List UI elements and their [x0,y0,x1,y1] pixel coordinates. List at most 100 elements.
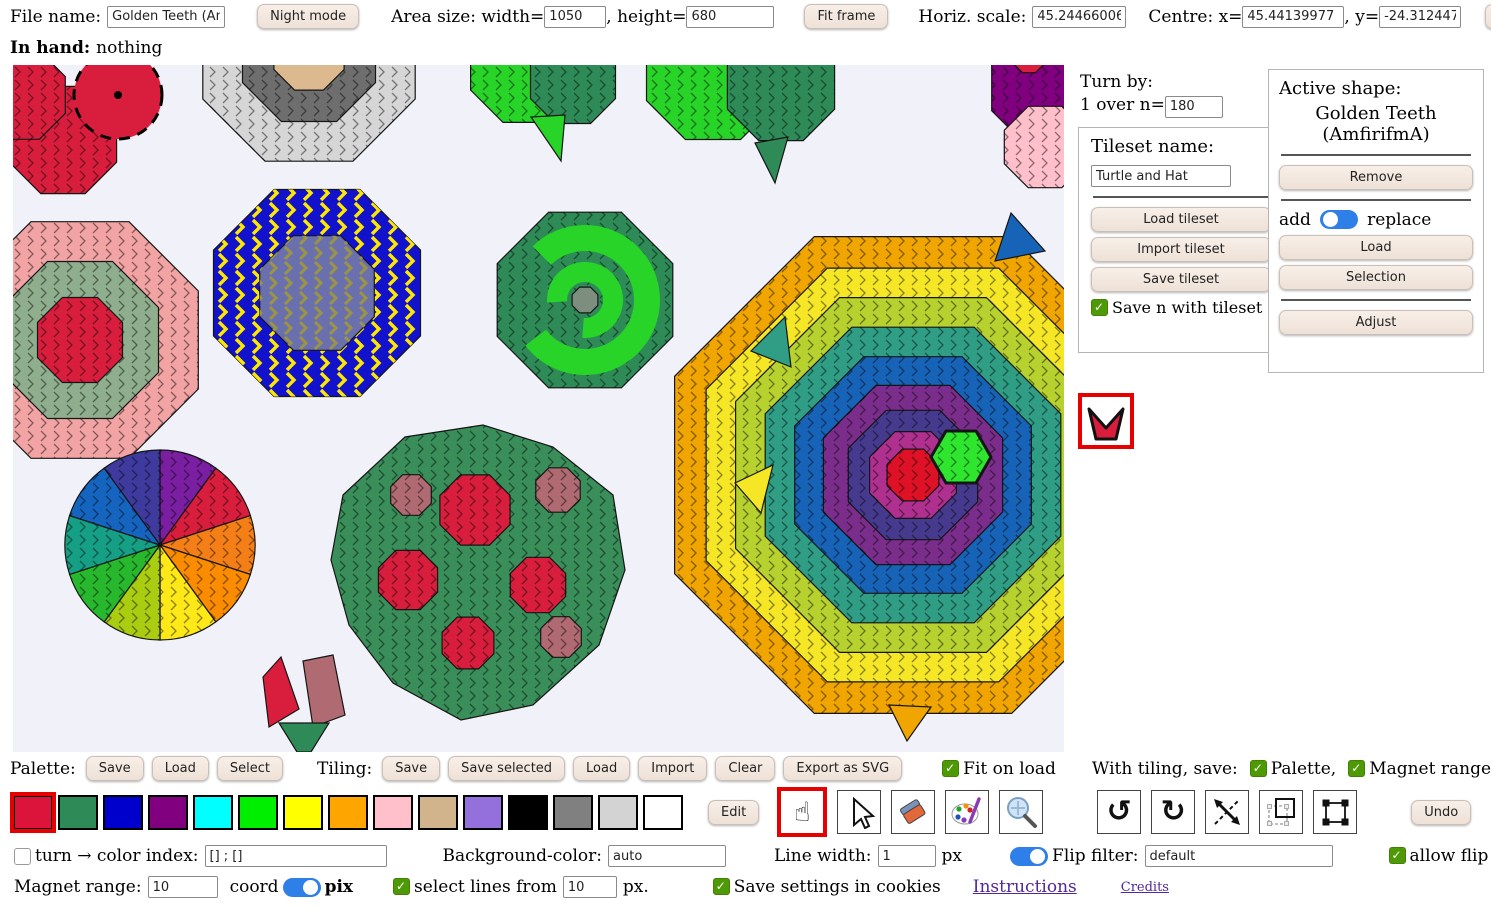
with-tiling-label: With tiling, save: [1092,759,1238,779]
add-label: add [1279,210,1311,230]
flip-diagonal-tool[interactable] [1205,790,1249,834]
area-height-input[interactable] [686,6,774,28]
remove-shape-button[interactable]: Remove [1279,165,1473,190]
file-name-input[interactable] [107,6,225,28]
recentre-button[interactable]: Recentre to [0,0] [1485,4,1491,29]
rotate-ccw-icon: ↺ [1107,797,1132,827]
coord-label: coord [230,877,279,897]
tiling-load-button[interactable]: Load [573,756,630,781]
paint-palette-tool[interactable] [945,790,989,834]
fit-on-load-label: Fit on load [963,759,1056,779]
save-tileset-button[interactable]: Save tileset [1091,267,1271,292]
in-hand-value: nothing [96,38,162,58]
background-color-label: Background-color: [443,846,603,866]
adjust-button[interactable]: Adjust [1279,310,1473,335]
allow-flip-checkbox[interactable] [1389,847,1406,864]
palette-swatch[interactable] [148,795,188,830]
area-size-label: Area size: width= [391,7,544,27]
edit-palette-button[interactable]: Edit [708,800,759,825]
flip-filter-input[interactable] [1145,845,1333,867]
rotate-ccw-tool[interactable]: ↺ [1097,790,1141,834]
palette-load-button[interactable]: Load [152,756,209,781]
turn-color-index-checkbox[interactable] [14,848,31,865]
save-palette-checkbox[interactable] [1250,760,1267,777]
save-magnet-checkbox[interactable] [1348,760,1365,777]
eraser-tool[interactable] [891,790,935,834]
magnifier-icon [1004,795,1038,829]
select-lines-from-label: select lines from [414,877,557,897]
palette-swatch[interactable] [13,795,53,830]
active-tile-preview[interactable] [1078,393,1134,449]
palette-swatch[interactable] [238,795,278,830]
tiling-save-button[interactable]: Save [382,756,440,781]
adjust-selection-tool[interactable] [1313,790,1357,834]
centre-y-input[interactable] [1379,6,1461,28]
load-shape-button[interactable]: Load [1279,235,1473,260]
zoom-magnifier-tool[interactable] [999,790,1043,834]
palette-swatch[interactable] [508,795,548,830]
replace-label: replace [1367,210,1431,230]
background-color-input[interactable] [608,845,726,867]
palette-swatch[interactable] [103,795,143,830]
flip-filter-toggle[interactable] [1010,847,1048,866]
area-width-input[interactable] [544,6,606,28]
palette-swatch[interactable] [58,795,98,830]
palette-swatch[interactable] [283,795,323,830]
centre-x-label: Centre: x= [1148,7,1242,27]
centre-x-input[interactable] [1242,6,1344,28]
tiling-canvas[interactable] [13,65,1064,752]
palette-swatch[interactable] [373,795,413,830]
selection-button[interactable]: Selection [1279,265,1473,290]
swatch-tool-row: Edit ☝ [13,788,1471,836]
night-mode-button[interactable]: Night mode [257,4,359,29]
save-n-checkbox[interactable] [1091,299,1108,316]
line-width-input[interactable] [878,845,936,867]
turn-color-index-input[interactable] [205,845,387,867]
palette-swatch[interactable] [643,795,683,830]
palette-swatch[interactable] [328,795,368,830]
import-tileset-button[interactable]: Import tileset [1091,237,1271,262]
magnet-range-label: Magnet range: [14,877,142,897]
palette-swatch[interactable] [463,795,503,830]
turn-n-input[interactable] [1165,96,1223,118]
save-palette-label: Palette, [1271,759,1336,779]
select-lines-from-input[interactable] [563,876,617,898]
copy-selection-tool[interactable] [1259,790,1303,834]
active-shape-name-2: (AmfirifmA) [1279,124,1473,145]
save-selected-button[interactable]: Save selected [448,756,565,781]
flip-filter-label: Flip filter: [1052,846,1138,866]
active-shape-panel: Active shape: Golden Teeth (AmfirifmA) R… [1268,69,1484,373]
tiling-clear-button[interactable]: Clear [715,756,775,781]
save-cookies-checkbox[interactable] [713,878,730,895]
instructions-link[interactable]: Instructions [973,877,1077,897]
palette-swatch[interactable] [553,795,593,830]
rotate-cw-tool[interactable]: ↻ [1151,790,1195,834]
undo-button[interactable]: Undo [1411,800,1471,825]
palette-save-button[interactable]: Save [86,756,144,781]
tiling-editor-app: File name: Night mode Area size: width= … [0,0,1491,910]
palette-select-button[interactable]: Select [217,756,283,781]
palette-swatch[interactable] [418,795,458,830]
horiz-scale-input[interactable] [1032,6,1126,28]
area-height-label: , height= [606,7,686,27]
fit-on-load-checkbox[interactable] [942,760,959,777]
coord-pix-toggle[interactable] [283,878,321,897]
tiling-import-button[interactable]: Import [638,756,707,781]
file-name-label: File name: [10,7,101,27]
settings-row: Magnet range: coord pix select lines fro… [14,876,1169,898]
rotate-cw-icon: ↻ [1161,797,1186,827]
tileset-name-input[interactable] [1091,165,1231,187]
magnet-range-input[interactable] [148,876,218,898]
select-lines-from-checkbox[interactable] [393,878,410,895]
export-svg-button[interactable]: Export as SVG [783,756,902,781]
select-cursor-tool[interactable] [837,790,881,834]
pan-hand-tool[interactable]: ☝ [777,787,827,837]
turn-by-section: Turn by: 1 over n= [1080,72,1223,118]
load-tileset-button[interactable]: Load tileset [1091,207,1271,232]
flip-icon [1210,795,1244,829]
palette-swatch[interactable] [193,795,233,830]
add-replace-toggle[interactable] [1320,210,1358,229]
credits-link[interactable]: Credits [1121,880,1169,895]
palette-swatch[interactable] [598,795,638,830]
fit-frame-button[interactable]: Fit frame [804,4,888,29]
